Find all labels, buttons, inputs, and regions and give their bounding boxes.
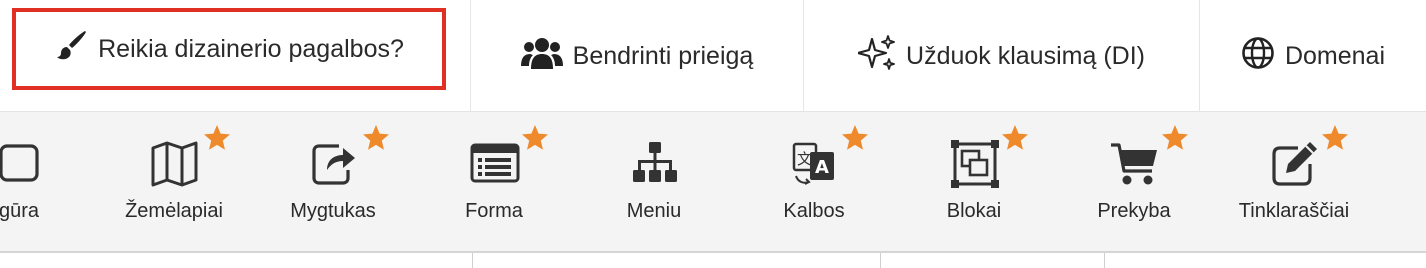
pro-star-icon bbox=[842, 125, 868, 150]
column-divider bbox=[880, 253, 881, 268]
svg-text:文: 文 bbox=[797, 150, 812, 168]
share-access-button[interactable]: Bendrinti prieigą bbox=[470, 0, 803, 112]
pro-star-icon bbox=[204, 125, 230, 150]
tool-blocks[interactable]: Blokai bbox=[899, 112, 1049, 253]
tool-languages-label: Kalbos bbox=[783, 200, 845, 222]
sitemap-icon bbox=[622, 136, 686, 192]
domains-button[interactable]: Domenai bbox=[1199, 0, 1426, 112]
tool-menu[interactable]: Meniu bbox=[579, 112, 729, 253]
widget-toolbar: gūra Žemėlapiai Mygtukas Forma Meniu 文 A… bbox=[0, 112, 1426, 253]
tool-figure[interactable]: gūra bbox=[0, 112, 94, 253]
sparkles-icon bbox=[856, 34, 896, 78]
tool-maps[interactable]: Žemėlapiai bbox=[99, 112, 249, 253]
pro-star-icon bbox=[522, 125, 548, 150]
content-area-top bbox=[0, 253, 1426, 268]
designer-help-button[interactable]: Reikia dizainerio pagalbos? bbox=[12, 8, 446, 90]
column-divider bbox=[1104, 253, 1105, 268]
designer-help-label: Reikia dizainerio pagalbos? bbox=[98, 34, 404, 63]
ask-ai-label: Užduok klausimą (DI) bbox=[906, 41, 1145, 70]
form-icon bbox=[462, 136, 526, 192]
share-button-icon bbox=[301, 136, 365, 192]
domains-label: Domenai bbox=[1284, 41, 1386, 70]
share-access-label: Bendrinti prieigą bbox=[572, 41, 754, 70]
tool-blogs[interactable]: Tinklaraščiai bbox=[1219, 112, 1369, 253]
tool-blogs-label: Tinklaraščiai bbox=[1238, 200, 1350, 222]
map-icon bbox=[142, 136, 206, 192]
blocks-icon bbox=[942, 136, 1006, 192]
tool-maps-label: Žemėlapiai bbox=[125, 200, 223, 222]
svg-text:A: A bbox=[815, 157, 829, 178]
pro-star-icon bbox=[1002, 125, 1028, 150]
tool-button[interactable]: Mygtukas bbox=[258, 112, 408, 253]
pro-star-icon bbox=[1162, 125, 1188, 150]
pro-star-icon bbox=[1322, 125, 1348, 150]
tool-blocks-label: Blokai bbox=[946, 200, 1002, 222]
square-icon bbox=[0, 136, 51, 192]
language-icon: 文 A bbox=[782, 136, 846, 192]
paintbrush-icon bbox=[54, 29, 88, 70]
globe-icon bbox=[1241, 36, 1275, 77]
tool-figure-label: gūra bbox=[0, 200, 40, 222]
pro-star-icon bbox=[363, 125, 389, 150]
tool-form-label: Forma bbox=[465, 200, 523, 222]
tool-menu-label: Meniu bbox=[626, 200, 682, 222]
cart-icon bbox=[1102, 136, 1166, 192]
users-icon bbox=[520, 36, 563, 77]
tool-commerce-label: Prekyba bbox=[1097, 200, 1171, 222]
tool-commerce[interactable]: Prekyba bbox=[1059, 112, 1209, 253]
tool-languages[interactable]: 文 A Kalbos bbox=[739, 112, 889, 253]
top-menu: Reikia dizainerio pagalbos? Bendrinti pr… bbox=[0, 0, 1426, 112]
tool-form[interactable]: Forma bbox=[419, 112, 569, 253]
tool-button-label: Mygtukas bbox=[290, 200, 376, 222]
edit-icon bbox=[1262, 136, 1326, 192]
column-divider bbox=[472, 253, 473, 268]
ask-ai-button[interactable]: Užduok klausimą (DI) bbox=[803, 0, 1199, 112]
